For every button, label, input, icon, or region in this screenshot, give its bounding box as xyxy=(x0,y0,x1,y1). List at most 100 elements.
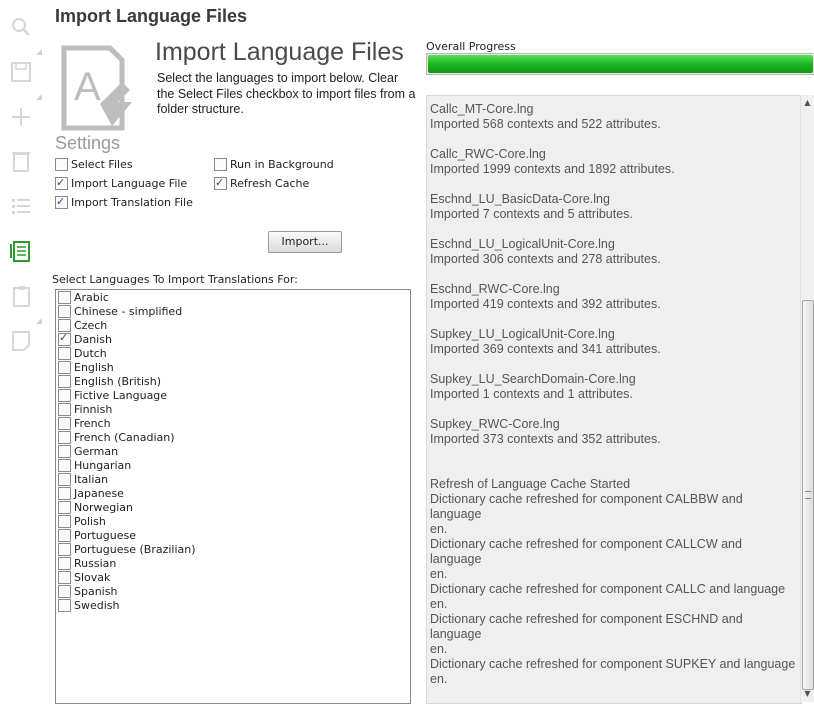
language-item[interactable]: Russian xyxy=(58,556,116,571)
checkbox-icon[interactable] xyxy=(58,458,71,472)
checkbox-icon[interactable] xyxy=(58,486,71,500)
scroll-thumb[interactable] xyxy=(802,300,814,690)
language-label: Finnish xyxy=(74,403,113,416)
language-label: Slovak xyxy=(74,571,111,584)
checkbox-icon[interactable] xyxy=(214,175,227,191)
language-item[interactable]: Japanese xyxy=(58,486,124,501)
language-item[interactable]: Spanish xyxy=(58,584,118,599)
import-language-file-checkbox[interactable]: Import Language File xyxy=(55,175,187,192)
corner-icon xyxy=(36,40,42,55)
languages-label: Select Languages To Import Translations … xyxy=(52,273,298,286)
log-spacer xyxy=(430,402,796,417)
import-translation-file-label: Import Translation File xyxy=(71,196,193,209)
checkbox-icon[interactable] xyxy=(55,194,68,210)
checkbox-icon[interactable] xyxy=(58,331,71,346)
checkbox-icon[interactable] xyxy=(58,570,71,584)
language-label: Norwegian xyxy=(74,501,133,514)
corner-icon xyxy=(36,309,42,324)
log-line: Eschnd_RWC-Core.lng xyxy=(430,282,560,296)
language-item[interactable]: Italian xyxy=(58,472,108,487)
language-item[interactable]: Dutch xyxy=(58,346,107,361)
checkbox-icon[interactable] xyxy=(58,444,71,458)
checkbox-icon[interactable] xyxy=(58,430,71,444)
refresh-cache-checkbox[interactable]: Refresh Cache xyxy=(214,175,310,192)
refresh-cache-label: Refresh Cache xyxy=(230,177,310,190)
log-spacer xyxy=(430,462,796,477)
checkbox-icon[interactable] xyxy=(58,388,71,402)
checkbox-icon[interactable] xyxy=(58,416,71,430)
delete-icon[interactable] xyxy=(8,148,34,174)
checkbox-icon[interactable] xyxy=(214,157,227,171)
language-item[interactable]: Chinese - simplified xyxy=(58,304,183,319)
checkbox-icon[interactable] xyxy=(58,514,71,528)
note-icon[interactable] xyxy=(8,328,34,354)
language-label: Chinese - simplified xyxy=(74,305,183,318)
checkbox-icon[interactable] xyxy=(58,584,71,598)
scroll-up-icon[interactable]: ▲ xyxy=(802,97,813,108)
language-item[interactable]: Danish xyxy=(58,331,112,347)
log-scrollbar[interactable]: ▲ ▼ xyxy=(800,95,814,702)
language-item[interactable]: Portuguese (Brazilian) xyxy=(58,542,196,557)
checkbox-icon[interactable] xyxy=(58,402,71,416)
checkbox-icon[interactable] xyxy=(58,472,71,486)
tool-rail xyxy=(0,0,44,705)
checkbox-icon[interactable] xyxy=(58,290,71,304)
language-label: English (British) xyxy=(74,375,161,388)
language-label: English xyxy=(74,361,114,374)
checkbox-icon[interactable] xyxy=(58,346,71,360)
language-item[interactable]: Hungarian xyxy=(58,458,131,473)
checkbox-icon[interactable] xyxy=(58,528,71,542)
list-icon[interactable] xyxy=(8,193,34,219)
language-item[interactable]: English xyxy=(58,360,114,375)
select-files-checkbox[interactable]: Select Files xyxy=(55,157,133,173)
language-item[interactable]: French xyxy=(58,416,111,431)
log-spacer xyxy=(430,357,796,372)
language-item[interactable]: German xyxy=(58,444,118,459)
log-line: en. xyxy=(430,597,448,611)
language-item[interactable]: Polish xyxy=(58,514,106,529)
import-button[interactable]: Import... xyxy=(268,231,342,253)
language-item[interactable]: English (British) xyxy=(58,374,161,389)
log-line: Supkey_RWC-Core.lng xyxy=(430,417,560,431)
language-item[interactable]: French (Canadian) xyxy=(58,430,175,445)
import-translation-file-checkbox[interactable]: Import Translation File xyxy=(55,194,193,211)
language-item[interactable]: Slovak xyxy=(58,570,111,585)
language-item[interactable]: Norwegian xyxy=(58,500,133,515)
language-label: French xyxy=(74,417,111,430)
language-item[interactable]: Portuguese xyxy=(58,528,136,543)
language-item[interactable]: Arabic xyxy=(58,290,109,305)
clipboard-icon[interactable] xyxy=(8,283,34,309)
run-in-background-checkbox[interactable]: Run in Background xyxy=(214,157,334,173)
checkbox-icon[interactable] xyxy=(58,500,71,514)
language-label: Spanish xyxy=(74,585,118,598)
save-icon[interactable] xyxy=(8,59,34,85)
language-label: Portuguese (Brazilian) xyxy=(74,543,196,556)
scroll-down-icon[interactable]: ▼ xyxy=(802,688,813,699)
log-line: Dictionary cache refreshed for component… xyxy=(430,492,743,521)
checkbox-icon[interactable] xyxy=(58,360,71,374)
log-line: en. xyxy=(430,672,448,686)
checkbox-icon[interactable] xyxy=(58,542,71,556)
checkbox-icon[interactable] xyxy=(55,175,68,191)
add-icon[interactable] xyxy=(8,104,34,130)
import-language-icon[interactable] xyxy=(8,238,34,264)
log-line: Supkey_LU_LogicalUnit-Core.lng xyxy=(430,327,615,341)
log-spacer xyxy=(430,687,796,702)
checkbox-icon[interactable] xyxy=(58,556,71,570)
languages-list[interactable]: ArabicChinese - simplifiedCzechDanishDut… xyxy=(55,289,411,704)
language-item[interactable]: Finnish xyxy=(58,402,113,417)
checkbox-icon[interactable] xyxy=(55,157,68,171)
search-icon[interactable] xyxy=(8,14,34,40)
select-files-label: Select Files xyxy=(71,158,133,171)
language-label: Polish xyxy=(74,515,106,528)
language-item[interactable]: Fictive Language xyxy=(58,388,167,403)
checkbox-icon[interactable] xyxy=(58,598,71,612)
log-line: en. xyxy=(430,642,448,656)
language-item[interactable]: Swedish xyxy=(58,598,120,613)
log-line: Eschnd_LU_LogicalUnit-Core.lng xyxy=(430,237,615,251)
language-label: French (Canadian) xyxy=(74,431,175,444)
log-line: Imported 306 contexts and 278 attributes… xyxy=(430,252,661,266)
checkbox-icon[interactable] xyxy=(58,304,71,318)
checkbox-icon[interactable] xyxy=(58,374,71,388)
settings-label: Settings xyxy=(55,133,121,153)
